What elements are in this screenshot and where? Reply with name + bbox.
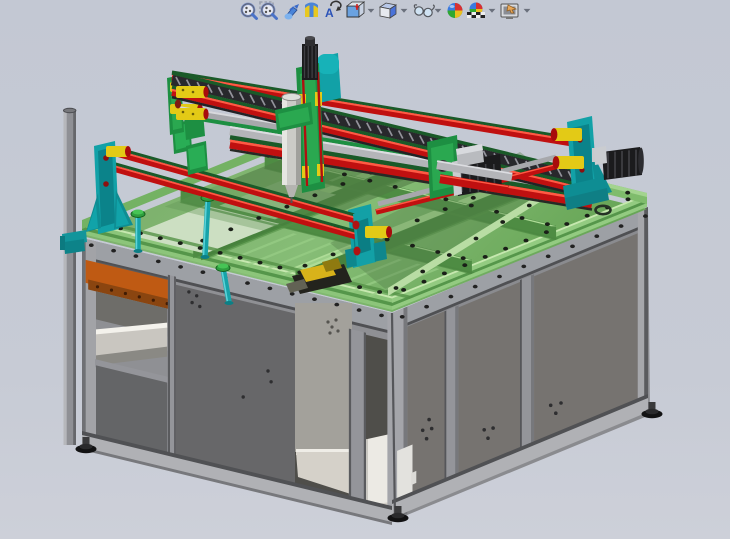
- svg-text:A: A: [325, 6, 334, 20]
